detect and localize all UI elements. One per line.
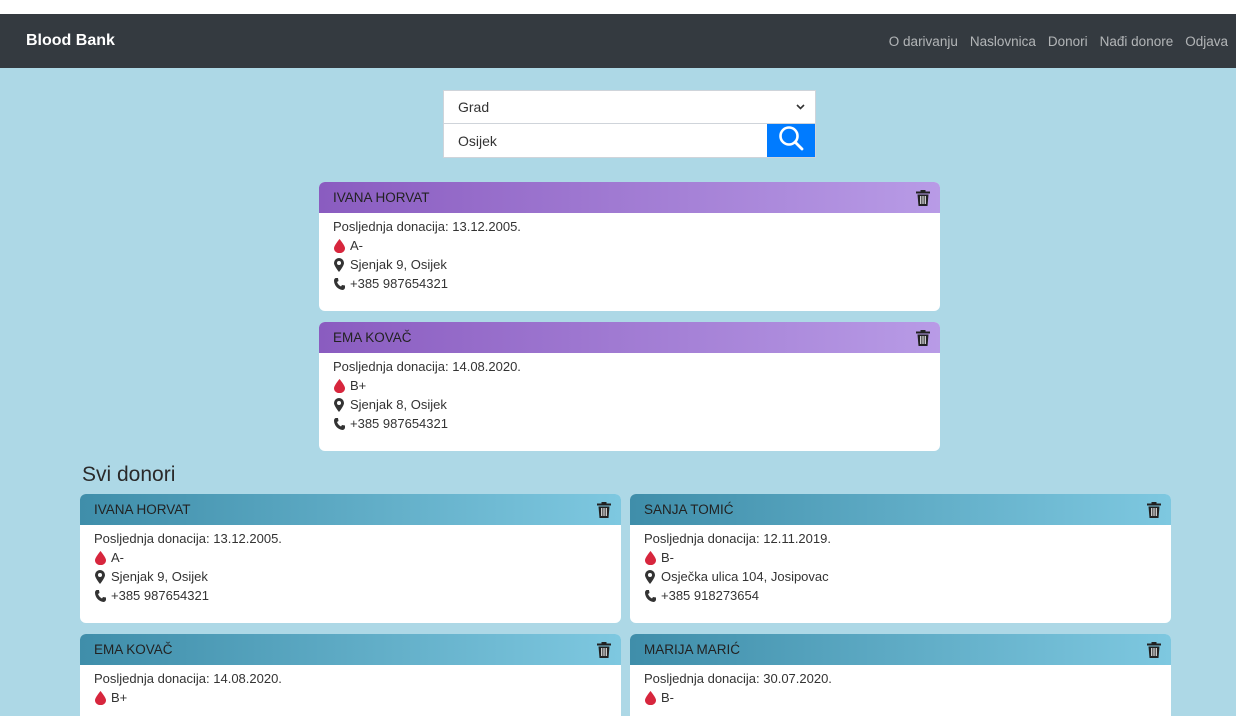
select-value: Grad [458,99,490,115]
phone: +385 987654321 [111,588,209,603]
last-donation: Posljednja donacija: 14.08.2020. [94,671,282,686]
last-donation: Posljednja donacija: 30.07.2020. [644,671,832,686]
blood-drop-icon [94,690,106,705]
phone: +385 987654321 [350,416,448,431]
donor-card: EMA KOVAČ Posljednja donacija: 14.08.202… [80,634,621,716]
address: Sjenjak 8, Osijek [350,397,447,412]
search-type-select[interactable]: Grad [443,90,816,124]
map-marker-icon [644,569,656,584]
trash-icon[interactable] [1147,501,1161,518]
trash-icon[interactable] [597,501,611,518]
nav-link-donori[interactable]: Donori [1048,34,1088,49]
donor-name: IVANA HORVAT [333,190,430,205]
blood-type: B- [661,550,674,565]
blood-drop-icon [644,550,656,565]
nav-link-odjava[interactable]: Odjava [1185,34,1228,49]
nav-link-naslovnica[interactable]: Naslovnica [970,34,1036,49]
brand-logo[interactable]: Blood Bank [26,32,115,50]
trash-icon[interactable] [916,189,930,206]
phone-icon [644,589,656,603]
donor-name: EMA KOVAČ [333,330,412,345]
map-marker-icon [94,569,106,584]
donor-name: SANJA TOMIĆ [644,502,734,517]
blood-type: B- [661,690,674,705]
last-donation: Posljednja donacija: 13.12.2005. [333,219,521,234]
chevron-down-icon [796,102,805,113]
blood-drop-icon [333,378,345,393]
blood-type: B+ [111,690,128,705]
last-donation: Posljednja donacija: 12.11.2019. [644,531,831,546]
donor-name: EMA KOVAČ [94,642,173,657]
navbar: Blood Bank O darivanju Naslovnica Donori… [0,14,1236,68]
blood-drop-icon [644,690,656,705]
donor-card: MARIJA MARIĆ Posljednja donacija: 30.07.… [630,634,1171,716]
phone-icon [94,589,106,603]
blood-type: A- [350,238,363,253]
result-card: IVANA HORVAT Posljednja donacija: 13.12.… [319,182,940,311]
address: Osječka ulica 104, Josipovac [661,569,829,584]
card-header: SANJA TOMIĆ [630,494,1171,525]
donor-name: MARIJA MARIĆ [644,642,741,657]
donor-name: IVANA HORVAT [94,502,191,517]
top-gap [0,0,1236,14]
address: Sjenjak 9, Osijek [111,569,208,584]
last-donation: Posljednja donacija: 14.08.2020. [333,359,521,374]
blood-drop-icon [94,550,106,565]
map-marker-icon [333,257,345,272]
card-header: IVANA HORVAT [80,494,621,525]
search-button[interactable] [767,124,815,157]
card-header: IVANA HORVAT [319,182,940,213]
phone-icon [333,417,345,431]
blood-type: B+ [350,378,367,393]
map-marker-icon [333,397,345,412]
phone: +385 918273654 [661,588,759,603]
last-donation: Posljednja donacija: 13.12.2005. [94,531,282,546]
trash-icon[interactable] [597,641,611,658]
nav-link-nadi-donore[interactable]: Nađi donore [1100,34,1174,49]
trash-icon[interactable] [916,329,930,346]
phone: +385 987654321 [350,276,448,291]
phone-icon [333,277,345,291]
result-card: EMA KOVAČ Posljednja donacija: 14.08.202… [319,322,940,451]
trash-icon[interactable] [1147,641,1161,658]
search-input[interactable]: Osijek [444,124,767,157]
search-icon [778,125,804,156]
donor-card: IVANA HORVAT Posljednja donacija: 13.12.… [80,494,621,623]
nav-link-o-darivanju[interactable]: O darivanju [889,34,958,49]
card-header: MARIJA MARIĆ [630,634,1171,665]
donor-card: SANJA TOMIĆ Posljednja donacija: 12.11.2… [630,494,1171,623]
blood-drop-icon [333,238,345,253]
nav-links: O darivanju Naslovnica Donori Nađi donor… [877,34,1228,49]
search-form: Grad Osijek [443,90,816,158]
card-header: EMA KOVAČ [319,322,940,353]
blood-type: A- [111,550,124,565]
address: Sjenjak 9, Osijek [350,257,447,272]
section-title: Svi donori [82,463,176,486]
card-header: EMA KOVAČ [80,634,621,665]
